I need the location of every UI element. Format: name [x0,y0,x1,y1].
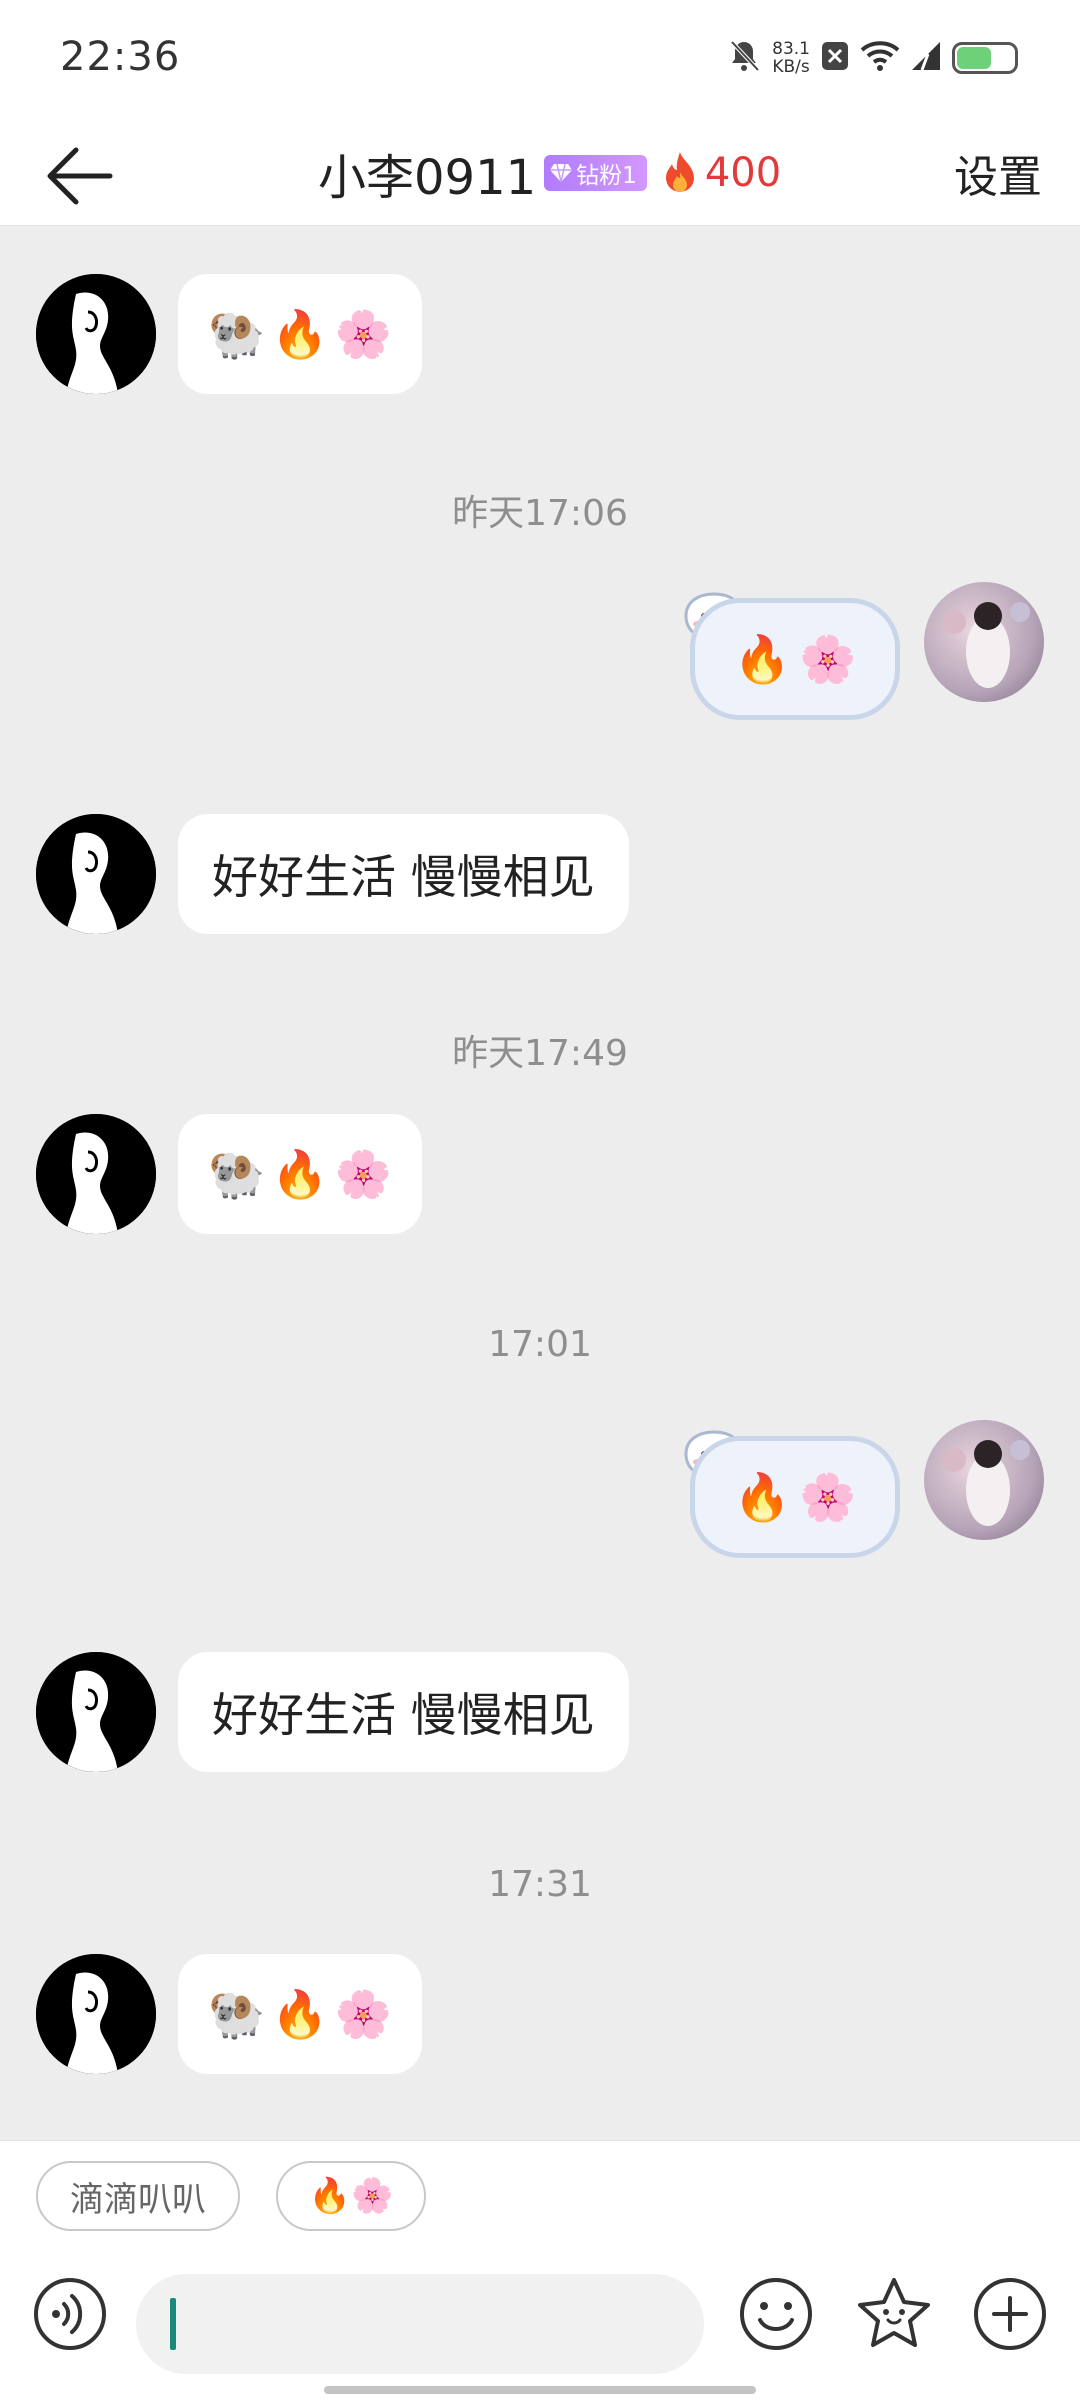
signal-icon [910,40,942,76]
quick-reply-chip[interactable]: 🔥🌸 [276,2161,426,2231]
fire-score: 400 [661,150,781,196]
network-speed: 83.1 KB/s [772,39,810,77]
contact-avatar[interactable] [36,1954,156,2074]
chat-title-group[interactable]: 小李0911 钻粉1 400 [318,128,781,218]
voice-button[interactable] [30,2274,110,2354]
sent-message-bubble[interactable]: 🔥 🌸 [690,1436,900,1558]
sent-message-bubble[interactable]: 🔥 🌸 [690,598,900,720]
my-avatar[interactable] [924,582,1044,702]
message-input-bar [0,2250,1080,2400]
text-caret [170,2298,176,2350]
more-button[interactable] [970,2274,1050,2354]
status-bar: 22:36 83.1 KB/s [0,0,1080,116]
contact-avatar[interactable] [36,1652,156,1772]
contact-avatar[interactable] [36,814,156,934]
message-bubble[interactable]: 🐏 🔥 🌸 [178,1114,422,1234]
my-avatar[interactable] [924,1420,1044,1540]
chat-header: 小李0911 钻粉1 400 设置 [0,116,1080,226]
fan-level-badge: 钻粉1 [544,155,647,191]
settings-button[interactable]: 设置 [954,138,1042,208]
quick-reply-chip[interactable]: 滴滴叭叭 [36,2161,240,2231]
fire-icon [665,152,694,192]
contact-name: 小李0911 [318,150,537,206]
emoji-button[interactable] [736,2274,816,2354]
quick-reply-bar: 滴滴叭叭 🔥🌸 [0,2140,1080,2250]
message-timestamp: 昨天17:06 [452,493,628,534]
contact-avatar[interactable] [36,1114,156,1234]
contact-avatar[interactable] [36,274,156,394]
voice-icon [34,2278,106,2350]
message-timestamp: 17:01 [488,1324,592,1365]
message-timestamp: 昨天17:49 [452,1033,628,1074]
home-indicator[interactable] [324,2386,756,2394]
message-input[interactable] [136,2274,704,2374]
message-timestamp: 17:31 [488,1864,592,1905]
star-sticker-icon [858,2278,930,2347]
diamond-icon [550,163,573,183]
message-bubble[interactable]: 🐏 🔥 🌸 [178,1954,422,2074]
chat-message-list[interactable]: 🐏 🔥 🌸 昨天17:06 🔥 🌸 好好生活 慢慢相见 昨天17:49 🐏 🔥 … [0,226,1080,2140]
arrow-left-icon [47,147,113,205]
message-bubble[interactable]: 好好生活 慢慢相见 [178,1652,629,1772]
plus-icon [974,2278,1046,2350]
wifi-icon [860,40,900,76]
mute-bell-icon [726,38,762,78]
battery-icon [952,42,1018,74]
battery-level-fill [957,47,991,69]
emoji-face-icon [740,2278,812,2350]
message-bubble[interactable]: 好好生活 慢慢相见 [178,814,629,934]
status-time: 22:36 [60,34,181,80]
sticker-button[interactable] [854,2274,934,2354]
message-bubble[interactable]: 🐏 🔥 🌸 [178,274,422,394]
close-box-icon [820,40,850,76]
status-icons: 83.1 KB/s [726,36,1018,80]
back-button[interactable] [40,136,120,216]
